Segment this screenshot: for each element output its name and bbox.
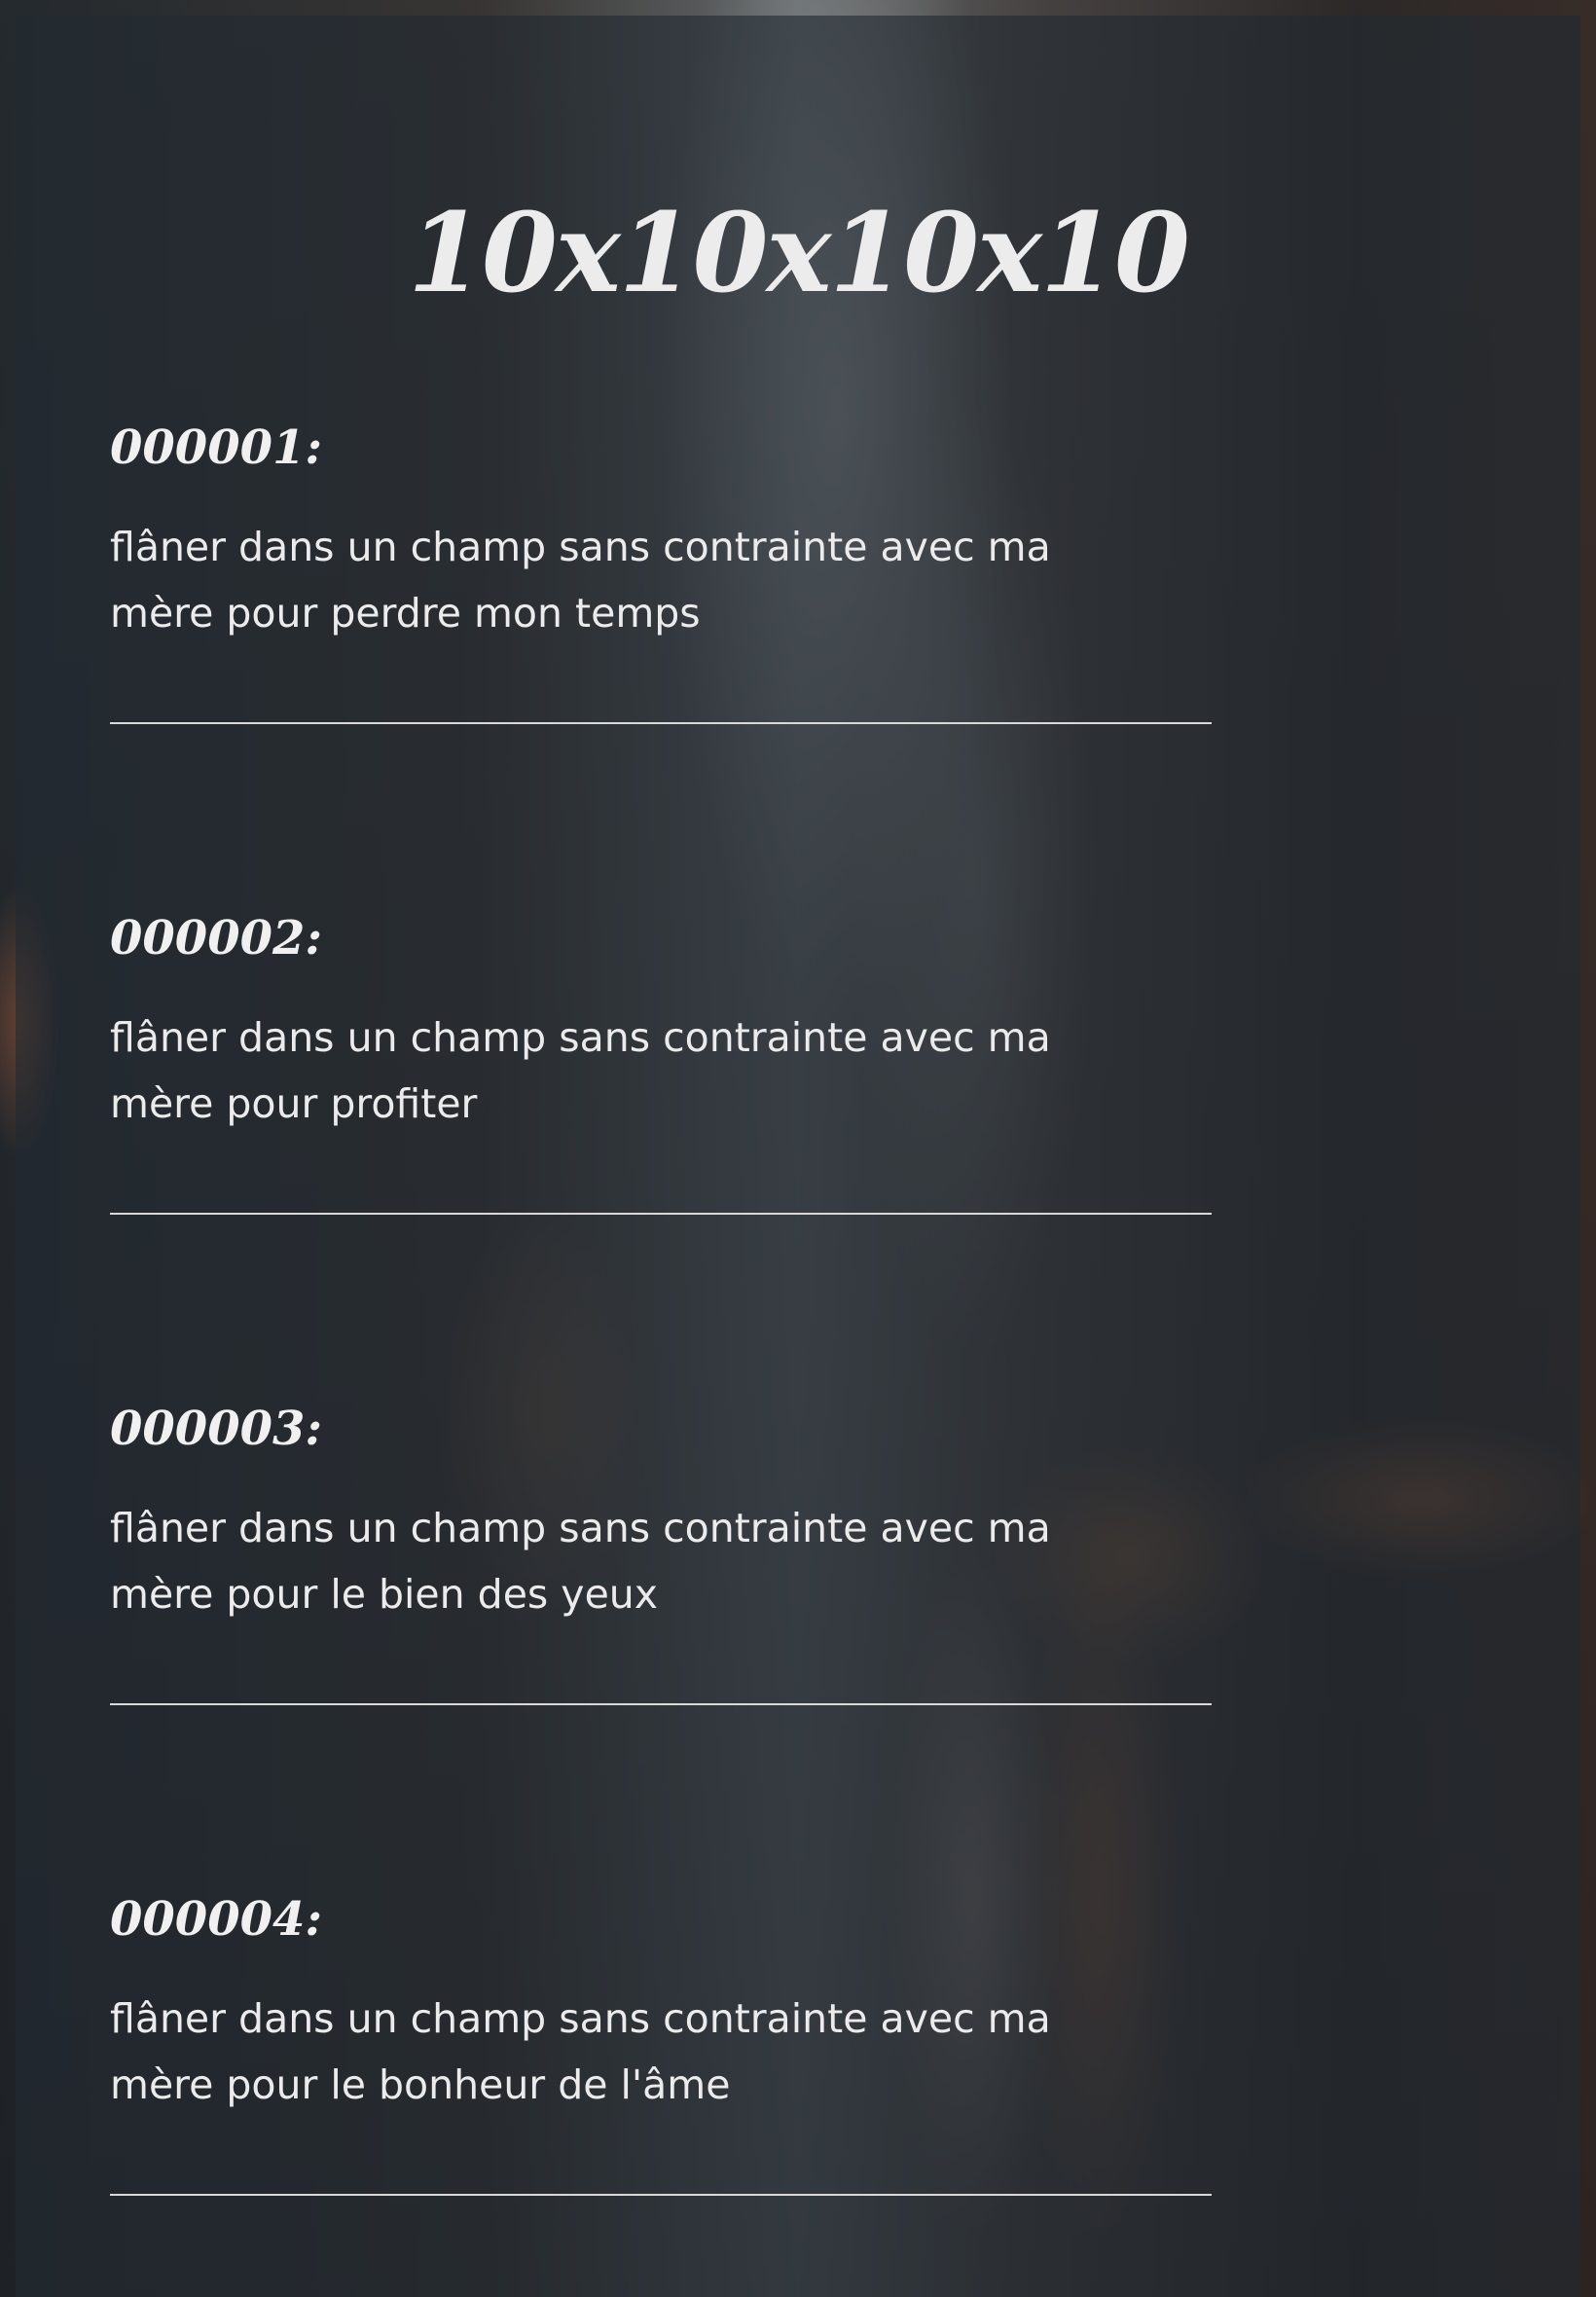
divider — [110, 1213, 1212, 1215]
entry-number: 000002: — [110, 911, 323, 966]
entry-number: 000003: — [110, 1402, 323, 1456]
entry-number: 000001: — [110, 420, 323, 475]
list-item: 000002: flâner dans un champ sans contra… — [110, 909, 1212, 1215]
list-item: 000003: flâner dans un champ sans contra… — [110, 1400, 1212, 1705]
entry-text: flâner dans un champ sans contrainte ave… — [110, 524, 1051, 637]
divider — [110, 1703, 1212, 1705]
entry-text: flâner dans un champ sans contrainte ave… — [110, 1505, 1051, 1618]
entry-number: 000004: — [110, 1892, 323, 1947]
divider — [110, 2194, 1212, 2196]
content-panel — [16, 16, 1580, 2297]
divider — [110, 722, 1212, 724]
entry-text: flâner dans un champ sans contrainte ave… — [110, 1995, 1051, 2108]
page-title: 10x10x10x10 — [408, 190, 1190, 317]
list-item: 000004: flâner dans un champ sans contra… — [110, 1890, 1212, 2196]
entry-text: flâner dans un champ sans contrainte ave… — [110, 1014, 1051, 1127]
list-item: 000001: flâner dans un champ sans contra… — [110, 419, 1212, 724]
